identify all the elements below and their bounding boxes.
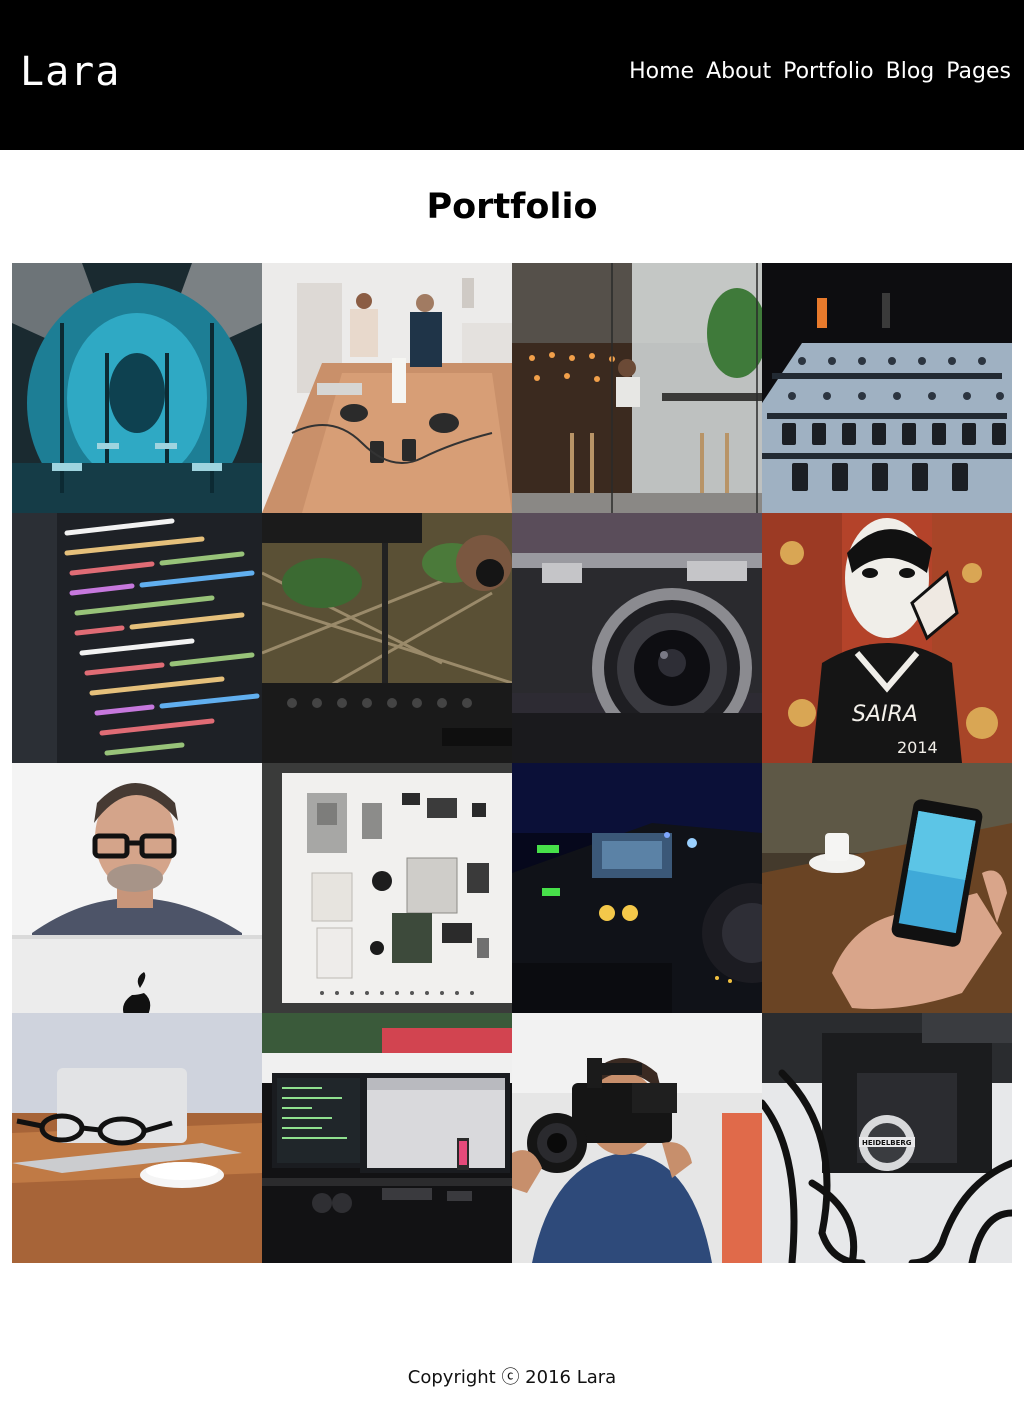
camera-image (512, 513, 762, 763)
portfolio-item-street-art[interactable]: SAIRA 2014 (762, 513, 1012, 763)
portfolio-item-workstation[interactable] (262, 1013, 512, 1263)
tunnel-image (12, 263, 262, 513)
code-image (12, 513, 262, 763)
svg-text:HEIDELBERG: HEIDELBERG (862, 1139, 912, 1147)
nav-link-about[interactable]: About (706, 59, 771, 84)
videographer-image (512, 1013, 762, 1263)
portfolio-grid: SAIRA 2014 HEIDELBERG (12, 263, 1012, 1263)
dj-image (262, 513, 512, 763)
main-nav: Home About Portfolio Blog Pages (629, 57, 1011, 87)
nav-item-about: About (706, 57, 771, 87)
portfolio-item-videographer[interactable] (512, 1013, 762, 1263)
nav-item-blog: Blog (886, 57, 935, 87)
nav-item-portfolio: Portfolio (783, 57, 874, 87)
nav-link-portfolio[interactable]: Portfolio (783, 59, 874, 84)
portfolio-item-flatlay[interactable] (262, 763, 512, 1013)
portfolio-item-code[interactable] (12, 513, 262, 763)
portfolio-item-phone[interactable] (762, 763, 1012, 1013)
mixer-image (762, 263, 1012, 513)
site-footer: Copyright ⓒ 2016 Lara (0, 1366, 1024, 1390)
site-header: Lara Home About Portfolio Blog Pages (0, 0, 1024, 150)
portfolio-item-laptop[interactable] (12, 1013, 262, 1263)
brand-logo[interactable]: Lara (20, 48, 120, 96)
office-image (262, 263, 512, 513)
portfolio-item-portrait[interactable] (12, 763, 262, 1013)
portfolio-item-mixer[interactable] (762, 263, 1012, 513)
nav-link-pages[interactable]: Pages (946, 59, 1011, 84)
nav-item-pages: Pages (946, 57, 1011, 87)
portfolio-item-machinery[interactable]: HEIDELBERG (762, 1013, 1012, 1263)
page-title: Portfolio (426, 187, 598, 227)
portfolio-item-cafe[interactable] (512, 263, 762, 513)
flatlay-image (262, 763, 512, 1013)
street-art-image: SAIRA 2014 (762, 513, 1012, 763)
portfolio-item-office[interactable] (262, 263, 512, 513)
portfolio-item-dj[interactable] (262, 513, 512, 763)
nav-link-home[interactable]: Home (629, 59, 694, 84)
svg-text:2014: 2014 (897, 738, 938, 757)
portfolio-item-tunnel[interactable] (12, 263, 262, 513)
phone-image (762, 763, 1012, 1013)
nav-link-blog[interactable]: Blog (886, 59, 935, 84)
portfolio-item-camera[interactable] (512, 513, 762, 763)
laptop-image (12, 1013, 262, 1263)
cafe-image (512, 263, 762, 513)
portrait-image (12, 763, 262, 1013)
copyright-text: Copyright ⓒ 2016 Lara (407, 1367, 617, 1388)
portfolio-item-controller[interactable] (512, 763, 762, 1013)
nav-item-home: Home (629, 57, 694, 87)
machinery-image: HEIDELBERG (762, 1013, 1012, 1263)
workstation-image (262, 1013, 512, 1263)
controller-image (512, 763, 762, 1013)
svg-text:SAIRA: SAIRA (852, 702, 918, 727)
